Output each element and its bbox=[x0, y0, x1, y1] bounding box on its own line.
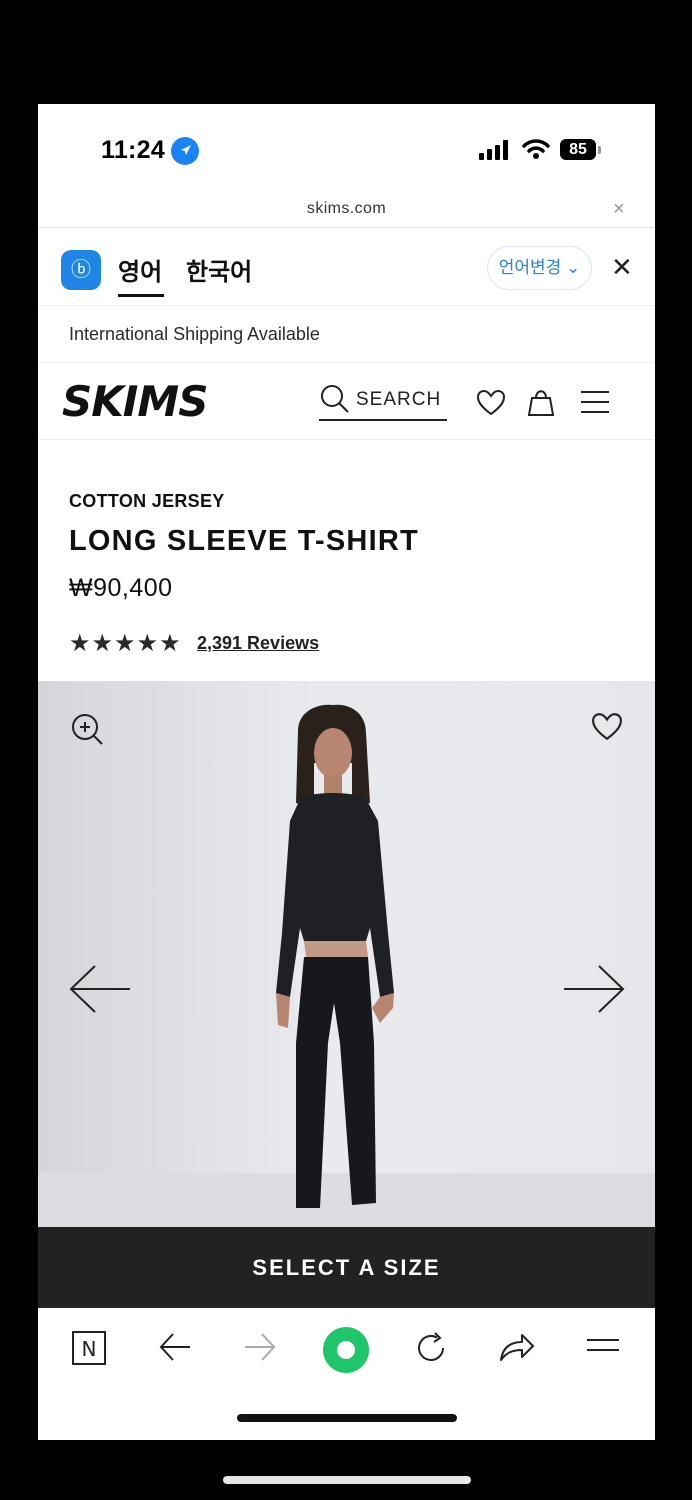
browser-toolbar: N bbox=[38, 1308, 655, 1388]
select-size-button[interactable]: SELECT A SIZE bbox=[38, 1227, 655, 1308]
menu-icon[interactable] bbox=[585, 1330, 621, 1360]
share-icon[interactable] bbox=[498, 1330, 536, 1364]
search-icon bbox=[321, 385, 349, 413]
search-button[interactable]: SEARCH bbox=[319, 383, 447, 421]
status-bar: 11:24 85 bbox=[38, 104, 655, 196]
menu-icon[interactable] bbox=[579, 389, 611, 415]
status-time: 11:24 bbox=[101, 136, 166, 164]
translate-app-icon: ⓑ bbox=[61, 250, 101, 290]
heart-icon[interactable] bbox=[476, 389, 506, 417]
reload-icon[interactable] bbox=[413, 1330, 449, 1366]
tab-target-language[interactable]: 한국어 bbox=[186, 252, 252, 287]
arrow-right-icon[interactable] bbox=[562, 964, 626, 1014]
product-category: COTTON JERSEY bbox=[69, 491, 225, 511]
home-circle-icon[interactable] bbox=[322, 1326, 370, 1374]
product-title: LONG SLEEVE T-SHIRT bbox=[69, 525, 419, 557]
brand-logo[interactable]: SKIMS bbox=[62, 377, 208, 426]
home-indicator bbox=[237, 1414, 457, 1422]
n-browser-icon[interactable]: N bbox=[71, 1330, 107, 1366]
tab-source-language[interactable]: 영어 bbox=[118, 252, 162, 287]
reviews-link[interactable]: 2,391 Reviews bbox=[197, 633, 319, 654]
forward-icon[interactable] bbox=[243, 1330, 277, 1364]
rating-stars: ★★★★★ bbox=[69, 630, 182, 657]
product-image-carousel[interactable] bbox=[38, 681, 655, 1227]
back-icon[interactable] bbox=[158, 1330, 192, 1364]
product-photo-model bbox=[276, 704, 394, 1208]
zoom-in-icon[interactable] bbox=[70, 712, 104, 746]
product-price: ₩90,400 bbox=[69, 574, 173, 602]
close-icon[interactable]: × bbox=[613, 198, 625, 221]
close-icon[interactable]: ✕ bbox=[611, 252, 633, 283]
arrow-left-icon[interactable] bbox=[68, 964, 132, 1014]
site-header: SKIMS SEARCH bbox=[38, 362, 655, 440]
wifi-icon bbox=[522, 139, 550, 159]
svg-text:N: N bbox=[82, 1337, 97, 1361]
url-bar[interactable]: skims.com × bbox=[38, 196, 655, 228]
translate-bar: ⓑ 영어 한국어 언어변경 ⌄ ✕ bbox=[38, 228, 655, 306]
battery-cap bbox=[598, 146, 601, 154]
outer-home-indicator bbox=[223, 1476, 471, 1484]
shipping-banner: International Shipping Available bbox=[69, 324, 320, 344]
heart-icon[interactable] bbox=[591, 712, 623, 742]
signal-icon bbox=[479, 140, 508, 160]
search-label: SEARCH bbox=[356, 389, 442, 410]
shopping-bag-icon[interactable] bbox=[526, 387, 556, 417]
battery-icon: 85 bbox=[560, 139, 596, 160]
url-text[interactable]: skims.com bbox=[38, 200, 655, 218]
active-tab-underline bbox=[118, 294, 164, 297]
location-arrow-icon bbox=[171, 137, 199, 165]
phone-screen: 11:24 85 skims.com × ⓑ 영어 한국어 언어변경 ⌄ ✕ I… bbox=[38, 104, 655, 1440]
change-language-button[interactable]: 언어변경 ⌄ bbox=[487, 246, 592, 290]
